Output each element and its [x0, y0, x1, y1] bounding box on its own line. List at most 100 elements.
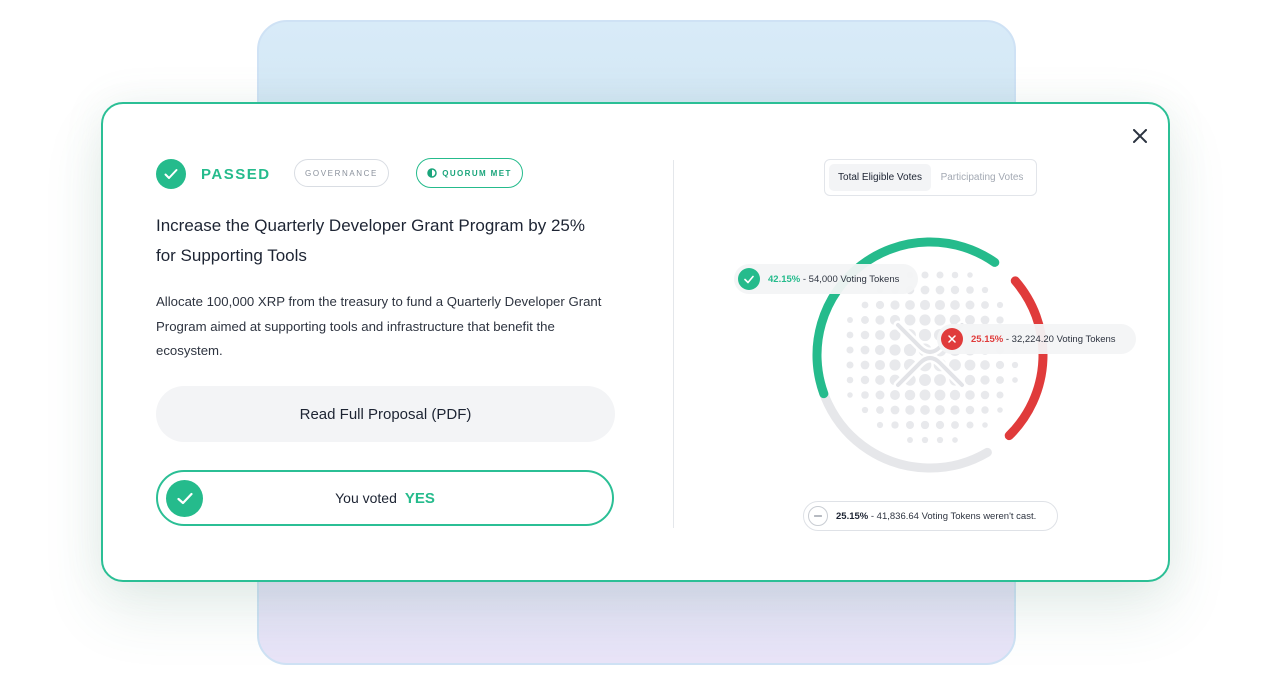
- gauge-arc-not-cast: [812, 338, 992, 473]
- logo-dot: [981, 406, 989, 414]
- logo-dot: [981, 301, 989, 309]
- yes-result-callout: 42.15% - 54,000 Voting Tokens: [734, 264, 918, 294]
- logo-dot: [919, 314, 931, 326]
- logo-dot: [934, 314, 946, 326]
- logo-dot: [950, 405, 960, 415]
- logo-dot: [860, 375, 870, 385]
- logo-dot: [934, 389, 946, 401]
- gauge-arc-no: [1004, 276, 1048, 441]
- no-result-callout: 25.15% - 32,224.20 Voting Tokens: [937, 324, 1136, 354]
- logo-dot: [875, 300, 885, 310]
- logo-dot: [847, 317, 853, 323]
- logo-dot: [875, 315, 885, 325]
- quorum-label: QUORUM MET: [442, 168, 512, 178]
- logo-dot: [949, 389, 961, 401]
- logo-dot: [996, 301, 1004, 309]
- yes-tokens: - 54,000 Voting Tokens: [800, 273, 900, 285]
- proposal-description: Allocate 100,000 XRP from the treasury t…: [156, 294, 602, 358]
- logo-dot: [847, 392, 853, 398]
- logo-dot: [1011, 361, 1019, 369]
- tab-total-eligible-votes[interactable]: Total Eligible Votes: [829, 164, 931, 191]
- status-label: PASSED: [201, 165, 271, 183]
- governance-tag: GOVERNANCE: [294, 159, 389, 187]
- logo-dot: [918, 328, 932, 342]
- proposal-title: Increase the Quarterly Developer Grant P…: [156, 216, 585, 265]
- logo-dot: [935, 285, 945, 295]
- not-cast-callout: 25.15% - 41,836.64 Voting Tokens weren't…: [803, 501, 1058, 531]
- logo-dot: [919, 389, 931, 401]
- passed-check-icon: [156, 159, 186, 189]
- minus-icon: [808, 506, 828, 526]
- logo-dot: [905, 405, 915, 415]
- logo-dot: [995, 360, 1005, 370]
- x-icon: [941, 328, 963, 350]
- logo-dot: [996, 316, 1004, 324]
- logo-dot: [920, 405, 930, 415]
- logo-dot: [936, 436, 944, 444]
- logo-dot: [846, 331, 854, 339]
- logo-dot: [919, 374, 931, 386]
- voted-choice: YES: [404, 489, 435, 507]
- logo-dot: [950, 285, 960, 295]
- logo-dot: [861, 316, 869, 324]
- logo-dot: [904, 314, 916, 326]
- logo-dot: [890, 300, 900, 310]
- logo-dot: [965, 390, 975, 400]
- read-proposal-button[interactable]: Read Full Proposal (PDF): [156, 386, 615, 442]
- logo-dot: [889, 344, 901, 356]
- no-tokens: - 32,224.20 Voting Tokens: [1003, 333, 1116, 345]
- quorum-badge: QUORUM MET: [416, 158, 523, 188]
- logo-dot: [1012, 377, 1018, 383]
- logo-dot: [876, 406, 884, 414]
- logo-dot: [936, 271, 944, 279]
- close-button[interactable]: [1128, 124, 1152, 148]
- logo-dot: [980, 375, 990, 385]
- status-row: PASSED: [156, 158, 271, 190]
- logo-dot: [920, 420, 930, 430]
- logo-dot: [905, 420, 915, 430]
- logo-dot: [861, 391, 869, 399]
- logo-dot: [907, 437, 913, 443]
- logo-dot: [981, 286, 989, 294]
- logo-dot: [964, 374, 976, 386]
- logo-dot: [951, 271, 959, 279]
- logo-dot: [966, 421, 974, 429]
- logo-dot: [967, 272, 973, 278]
- logo-dot: [966, 286, 974, 294]
- logo-dot: [964, 359, 976, 371]
- voted-text: You voted YES: [156, 470, 614, 526]
- logo-dot: [891, 421, 899, 429]
- logo-dot: [952, 437, 958, 443]
- voted-prefix: You voted: [335, 490, 397, 506]
- logo-dot: [934, 374, 946, 386]
- logo-dot: [965, 405, 975, 415]
- logo-dot: [905, 300, 915, 310]
- logo-dot: [980, 390, 990, 400]
- logo-dot: [860, 360, 870, 370]
- logo-dot: [846, 361, 854, 369]
- logo-dot: [889, 359, 901, 371]
- logo-dot: [861, 301, 869, 309]
- logo-dot: [875, 330, 885, 340]
- logo-dot: [846, 346, 854, 354]
- divider: [673, 160, 674, 528]
- yes-percent: 42.15%: [768, 273, 801, 285]
- logo-dot: [874, 359, 886, 371]
- logo-dot: [875, 390, 885, 400]
- logo-dot: [861, 406, 869, 414]
- xrp-logo-icon: [846, 271, 1019, 444]
- check-icon: [738, 268, 760, 290]
- logo-dot: [860, 330, 870, 340]
- logo-dot: [874, 344, 886, 356]
- close-icon: [1133, 129, 1147, 143]
- logo-dot: [890, 405, 900, 415]
- logo-dot: [996, 376, 1004, 384]
- tab-participating-votes[interactable]: Participating Votes: [933, 164, 1031, 191]
- logo-dot: [890, 390, 900, 400]
- logo-dot: [921, 271, 929, 279]
- logo-dot: [919, 299, 931, 311]
- logo-dot: [982, 422, 988, 428]
- not-cast-tokens: - 41,836.64 Voting Tokens weren't cast.: [868, 510, 1037, 522]
- logo-dot: [860, 345, 870, 355]
- logo-dot: [965, 300, 975, 310]
